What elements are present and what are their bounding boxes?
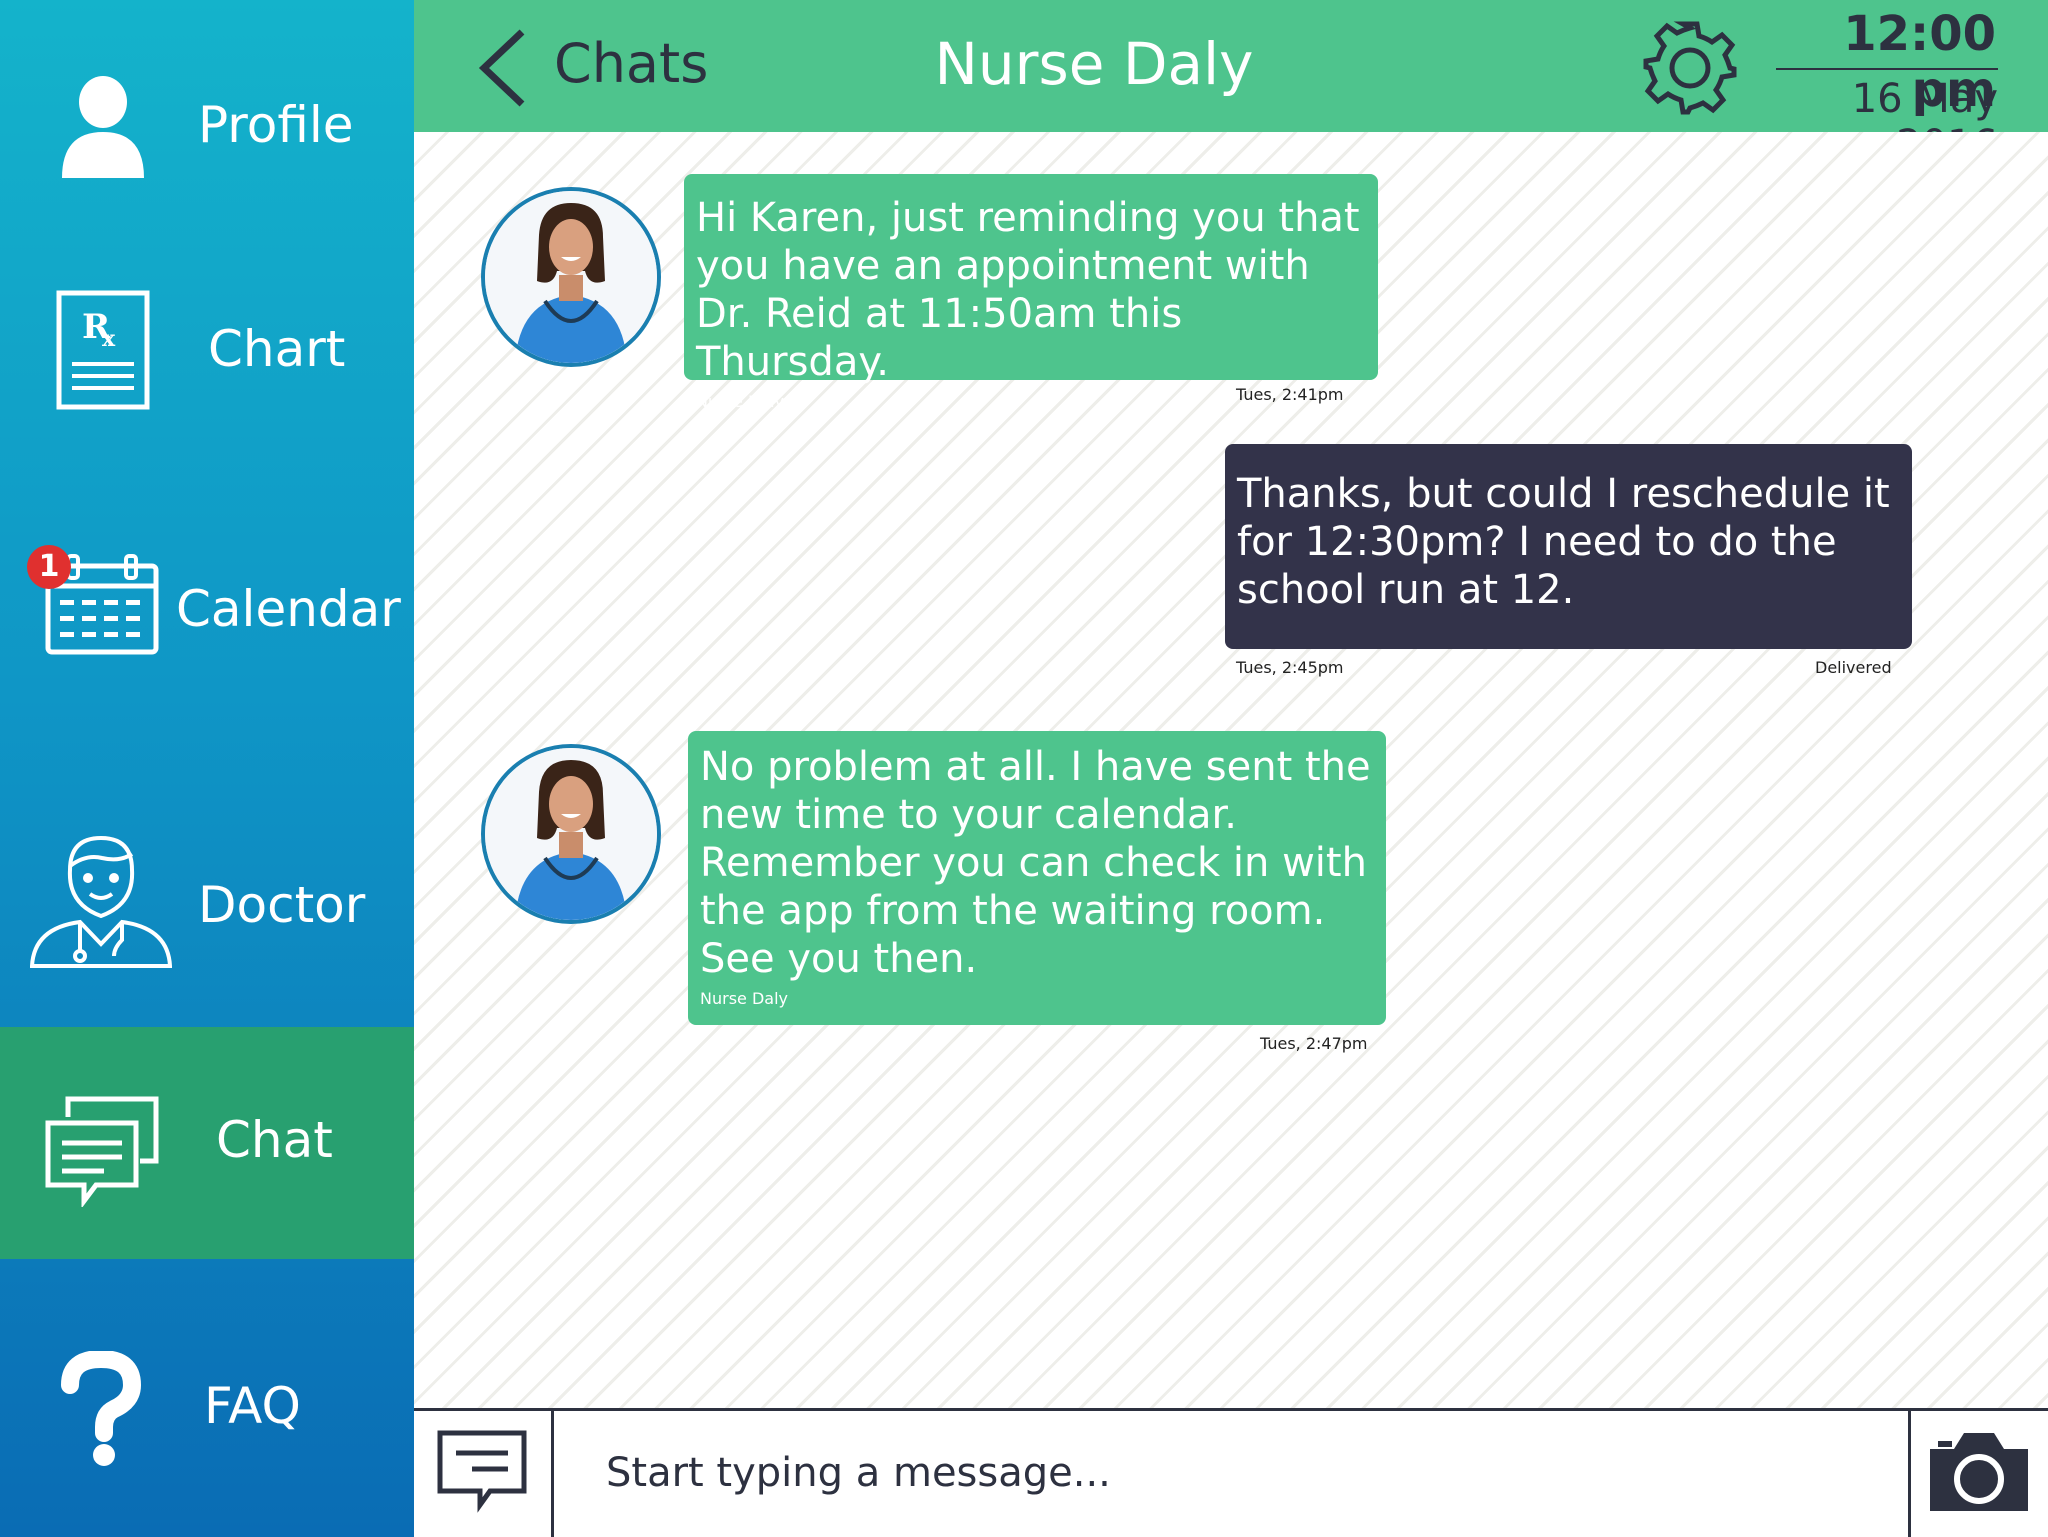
gear-icon[interactable] [1640, 18, 1740, 122]
message-icon [436, 1430, 528, 1519]
message-bubble-incoming: Hi Karen, just reminding you that you ha… [684, 174, 1378, 411]
message-text: Thanks, but could I reschedule it for 12… [1237, 471, 1890, 613]
message-sender: Nurse Daly [700, 989, 788, 1008]
composer-divider [551, 1411, 554, 1537]
message-bubble-incoming: No problem at all. I have sent the new t… [688, 731, 1386, 1025]
camera-button[interactable] [1924, 1427, 2034, 1519]
question-icon [60, 1349, 142, 1473]
chat-icon [44, 1095, 160, 1211]
back-label[interactable]: Chats [554, 32, 708, 95]
sidebar-item-label: Chat [216, 1111, 333, 1169]
doctor-icon [29, 824, 173, 972]
camera-icon [1924, 1433, 2034, 1519]
nurse-avatar [481, 744, 661, 924]
compose-button[interactable] [436, 1429, 528, 1519]
prescription-icon: R x [56, 290, 150, 414]
clock-divider [1776, 68, 1998, 70]
notification-badge: 1 [27, 545, 71, 589]
message-timestamp: Tues, 2:47pm [1260, 1034, 1368, 1053]
page-title: Nurse Daly [934, 30, 1254, 98]
message-text: No problem at all. I have sent the new t… [700, 744, 1371, 982]
message-composer [414, 1408, 2048, 1537]
sidebar-item-label: Doctor [198, 876, 366, 934]
nurse-avatar [481, 187, 661, 367]
message-status: Delivered [1815, 658, 1892, 677]
sidebar-item-profile[interactable]: Profile [0, 0, 414, 250]
back-button[interactable] [474, 28, 530, 112]
sidebar-item-doctor[interactable]: Doctor [0, 780, 414, 1027]
sidebar-item-label: Calendar [176, 580, 401, 638]
chat-thread: Hi Karen, just reminding you that you ha… [414, 132, 2048, 1408]
sidebar-item-faq[interactable]: FAQ [0, 1259, 414, 1537]
composer-divider [1908, 1411, 1911, 1537]
sidebar-item-label: Profile [198, 96, 354, 154]
chevron-left-icon [474, 29, 530, 112]
message-input[interactable] [606, 1441, 1866, 1505]
sidebar-item-label: Chart [208, 320, 346, 378]
message-timestamp: Tues, 2:41pm [1236, 385, 1344, 404]
user-icon [58, 74, 148, 188]
message-timestamp: Tues, 2:45pm [1236, 658, 1344, 677]
sidebar-item-calendar[interactable]: Calendar [0, 480, 414, 780]
header: Chats Nurse Daly 12:00 pm 16 May 2016 [414, 0, 2048, 168]
sidebar: Profile R x Chart Calendar 1 Doctor Chat… [0, 0, 462, 1537]
sidebar-item-label: FAQ [204, 1377, 301, 1435]
sidebar-item-chat[interactable]: Chat [0, 1027, 414, 1259]
message-bubble-outgoing: Thanks, but could I reschedule it for 12… [1225, 444, 1912, 649]
svg-text:x: x [102, 326, 116, 352]
message-text: Hi Karen, just reminding you that you ha… [696, 195, 1360, 385]
sidebar-item-chart[interactable]: R x Chart [0, 250, 414, 480]
